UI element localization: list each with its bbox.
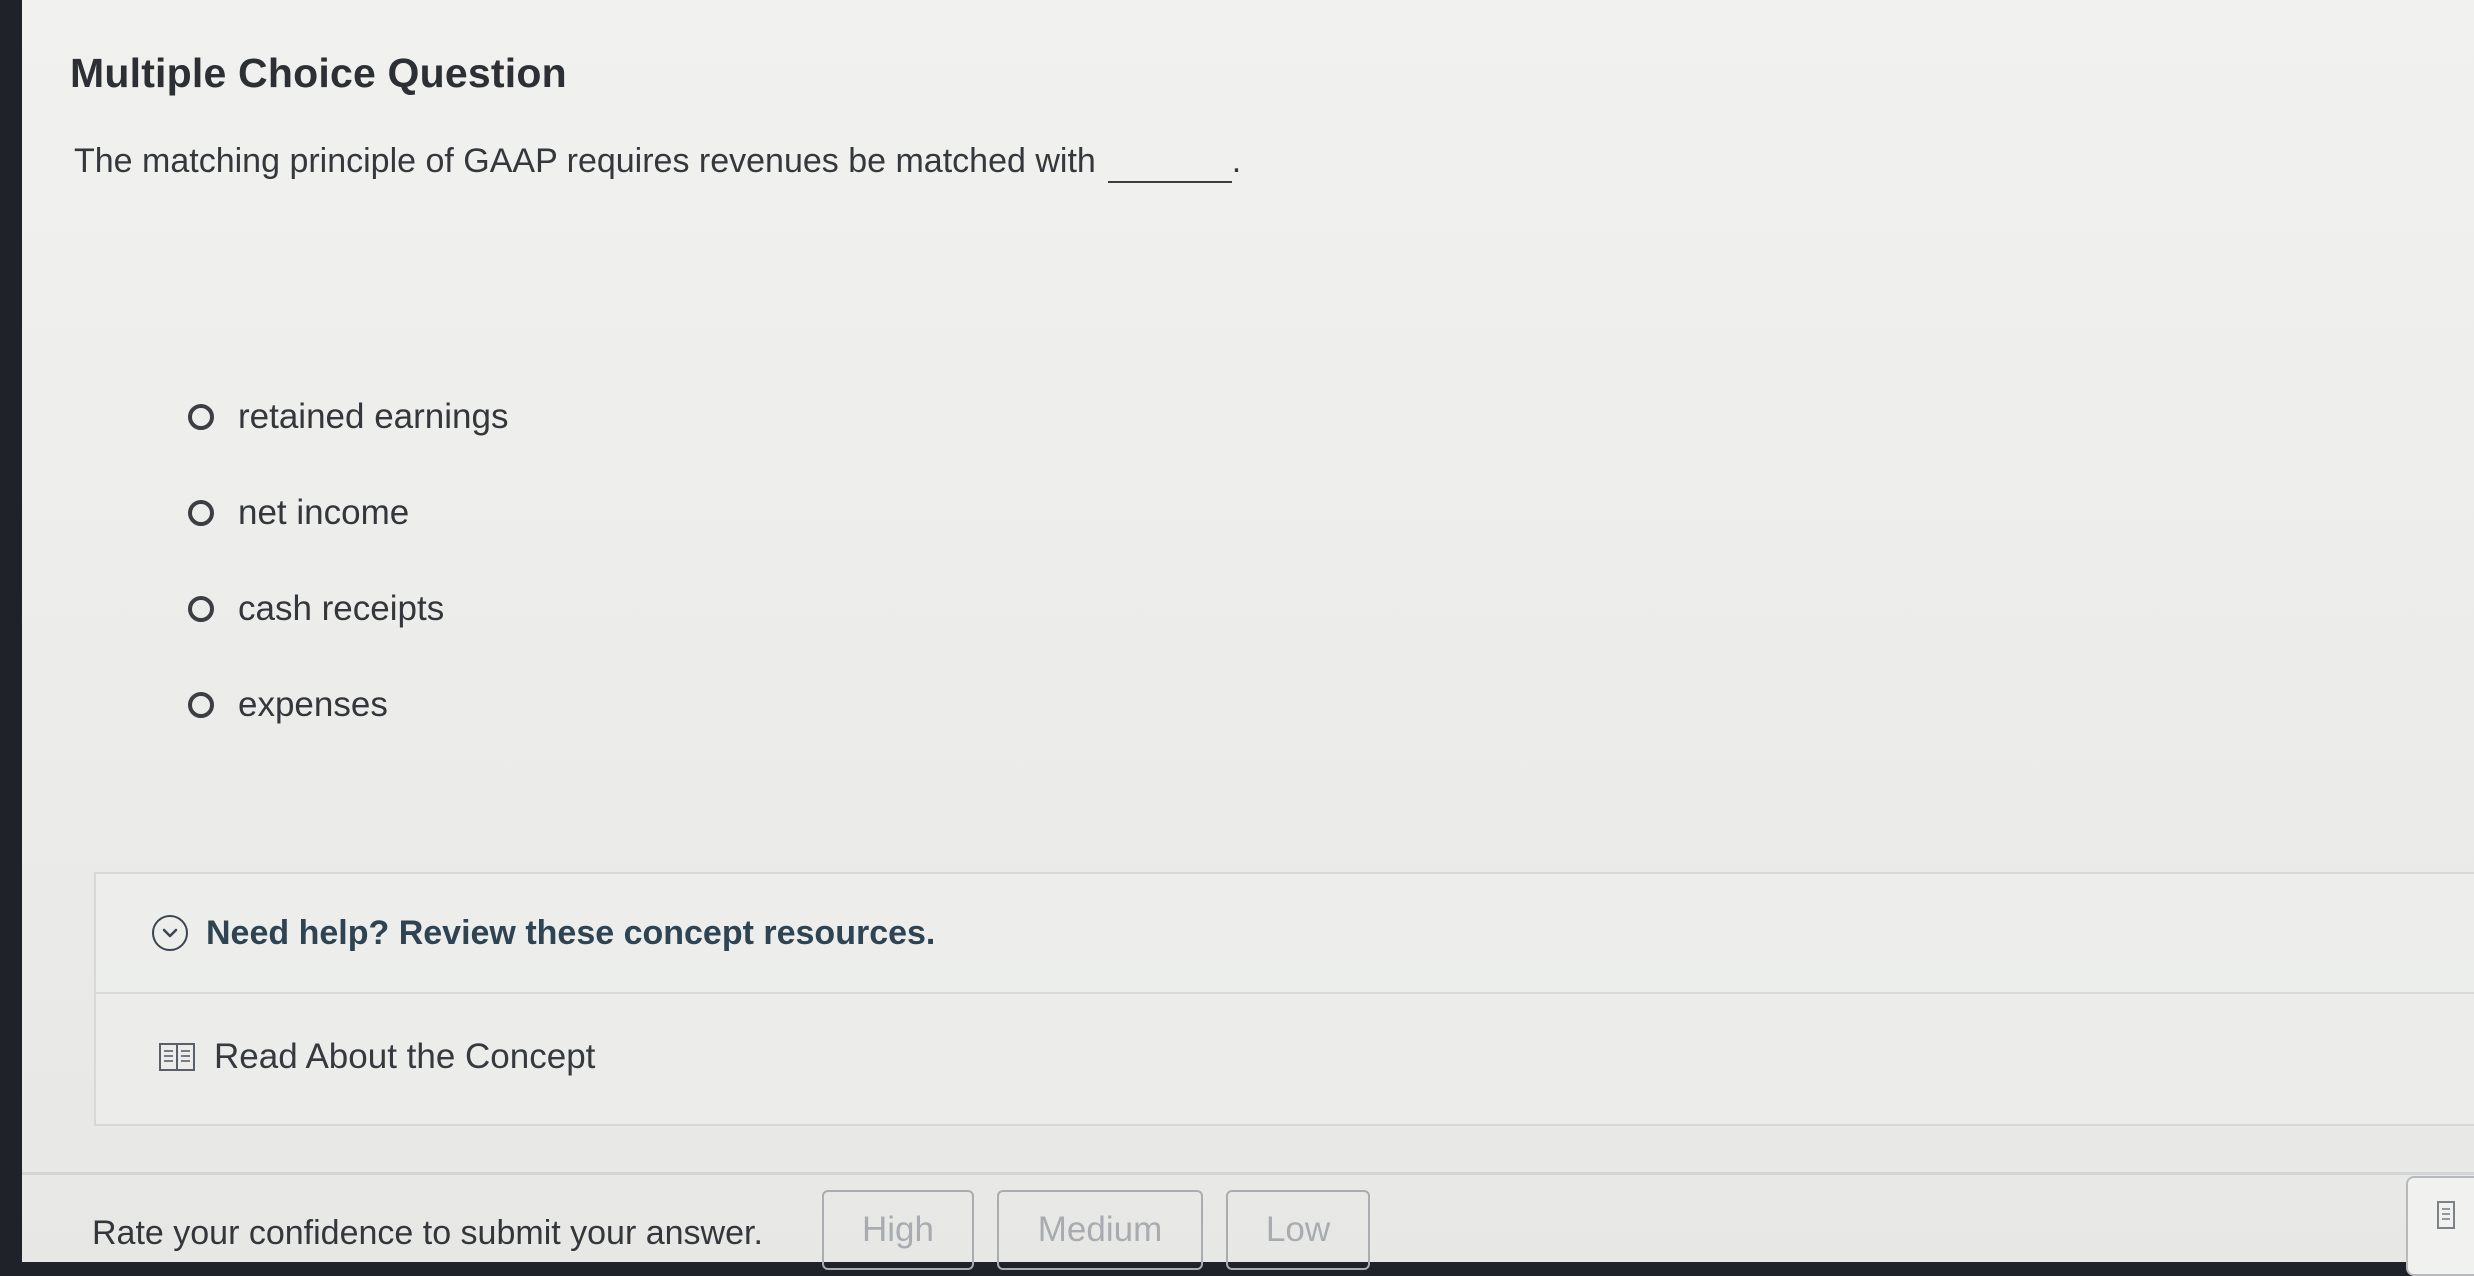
option-label: retained earnings: [238, 397, 509, 436]
confidence-high-button[interactable]: High: [822, 1190, 974, 1270]
radio-button[interactable]: [188, 596, 214, 622]
answer-options: retained earnings net income cash receip…: [188, 382, 508, 766]
question-prompt-end: .: [1231, 142, 1242, 180]
chevron-down-icon[interactable]: [152, 915, 188, 951]
notebook-tool-button[interactable]: [2406, 1176, 2474, 1276]
confidence-medium-button[interactable]: Medium: [997, 1190, 1203, 1270]
radio-button[interactable]: [188, 692, 214, 718]
question-prompt-text: The matching principle of GAAP requires …: [74, 142, 1096, 180]
confidence-low-button[interactable]: Low: [1226, 1190, 1370, 1270]
answer-blank: [1107, 142, 1232, 183]
footer-divider: [22, 1172, 2474, 1175]
option-retained-earnings[interactable]: retained earnings: [188, 382, 508, 452]
radio-button[interactable]: [188, 500, 214, 526]
option-label: net income: [238, 493, 410, 532]
book-icon: [159, 1043, 195, 1071]
question-type-title: Multiple Choice Question: [70, 50, 567, 96]
option-label: cash receipts: [238, 589, 445, 628]
question-prompt: The matching principle of GAAP requires …: [74, 142, 1241, 183]
concept-resources-panel: Need help? Review these concept resource…: [94, 872, 2474, 1126]
read-about-concept-link[interactable]: Read About the Concept: [96, 994, 2474, 1120]
option-label: expenses: [238, 685, 388, 724]
notebook-icon: [2437, 1201, 2455, 1229]
option-expenses[interactable]: expenses: [188, 670, 508, 740]
option-net-income[interactable]: net income: [188, 478, 508, 548]
option-cash-receipts[interactable]: cash receipts: [188, 574, 508, 644]
concept-resources-header: Need help? Review these concept resource…: [206, 913, 936, 952]
confidence-prompt: Rate your confidence to submit your answ…: [92, 1214, 763, 1252]
question-screen: Multiple Choice Question The matching pr…: [22, 0, 2474, 1276]
concept-resources-toggle[interactable]: Need help? Review these concept resource…: [96, 874, 2474, 994]
read-about-concept-label: Read About the Concept: [214, 1037, 596, 1076]
radio-button[interactable]: [188, 404, 214, 430]
